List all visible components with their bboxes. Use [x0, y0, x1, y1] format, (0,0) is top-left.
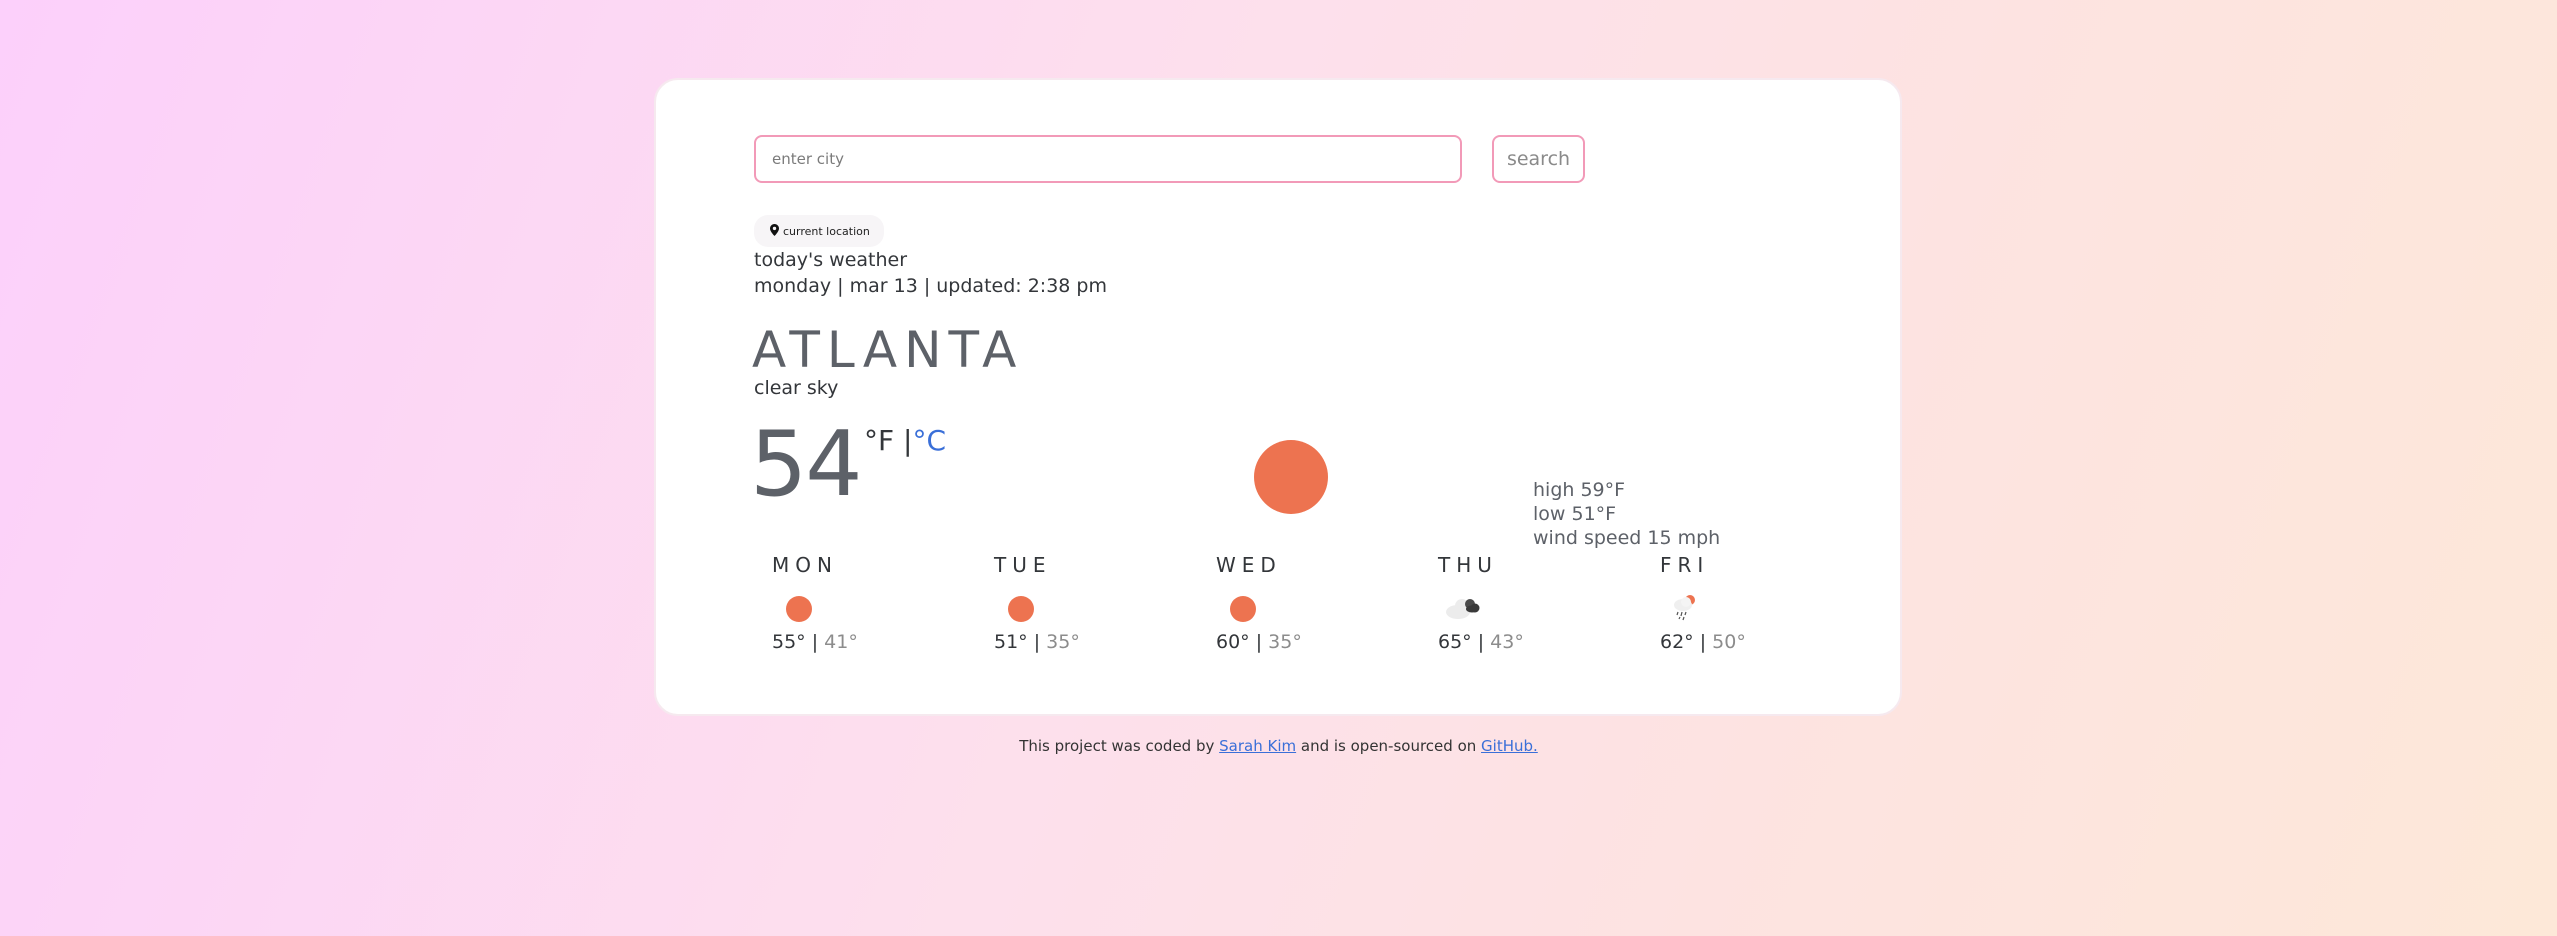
- high-temperature: high 59°F: [1533, 479, 1626, 501]
- weather-description: clear sky: [754, 377, 839, 399]
- unit-toggle: °F |°C: [864, 424, 946, 458]
- forecast-high: 55°: [772, 631, 806, 653]
- clouds-icon: [1444, 592, 1484, 626]
- forecast-high: 60°: [1216, 631, 1250, 653]
- author-link[interactable]: Sarah Kim: [1219, 737, 1296, 755]
- fahrenheit-unit[interactable]: °F: [864, 424, 894, 457]
- forecast-day-wed: WED 60° | 35°: [1216, 552, 1376, 654]
- footer: This project was coded by Sarah Kim and …: [0, 736, 2557, 756]
- forecast-day-fri: FRI 62° | 50°: [1660, 552, 1820, 654]
- date-updated-line: monday | mar 13 | updated: 2:38 pm: [754, 275, 1107, 297]
- forecast-day-name: TUE: [994, 553, 1052, 577]
- weather-details: high 59°F low 51°F wind speed 15 mph: [1533, 478, 1720, 550]
- current-location-label: current location: [783, 224, 870, 238]
- sun-icon: [1008, 596, 1034, 622]
- forecast-day-mon: MON 55° | 41°: [772, 552, 932, 654]
- map-pin-icon: [770, 223, 779, 239]
- wind-speed: wind speed 15 mph: [1533, 527, 1721, 549]
- forecast-high: 51°: [994, 631, 1028, 653]
- sun-icon: [786, 596, 812, 622]
- forecast-high: 62°: [1660, 631, 1694, 653]
- footer-middle: and is open-sourced on: [1296, 737, 1482, 755]
- city-search-input[interactable]: [754, 135, 1462, 183]
- forecast-day-name: MON: [772, 553, 838, 577]
- forecast-low: 35°: [1046, 631, 1080, 653]
- forecast-low: 35°: [1268, 631, 1302, 653]
- footer-prefix: This project was coded by: [1019, 737, 1220, 755]
- forecast-day-name: THU: [1438, 553, 1498, 577]
- weather-card: search current location today's weather …: [654, 78, 1902, 716]
- forecast-day-name: WED: [1216, 553, 1282, 577]
- sun-icon: [1230, 596, 1256, 622]
- forecast-high: 65°: [1438, 631, 1472, 653]
- forecast-low: 43°: [1490, 631, 1524, 653]
- unit-separator: |: [894, 424, 913, 457]
- search-button[interactable]: search: [1492, 135, 1585, 183]
- todays-weather-heading: today's weather: [754, 249, 908, 271]
- forecast-low: 41°: [824, 631, 858, 653]
- current-temperature: 54: [750, 412, 863, 517]
- forecast-day-tue: TUE 51° | 35°: [994, 552, 1154, 654]
- celsius-link[interactable]: °C: [912, 424, 946, 457]
- github-link[interactable]: GitHub.: [1481, 737, 1538, 755]
- low-temperature: low 51°F: [1533, 503, 1617, 525]
- sun-icon: [1254, 440, 1328, 514]
- city-name: ATLANTA: [752, 321, 1024, 379]
- rain-sun-icon: [1670, 592, 1700, 626]
- forecast-day-thu: THU 65° | 43°: [1438, 552, 1598, 654]
- current-location-button[interactable]: current location: [754, 215, 884, 247]
- forecast-low: 50°: [1712, 631, 1746, 653]
- forecast-day-name: FRI: [1660, 553, 1710, 577]
